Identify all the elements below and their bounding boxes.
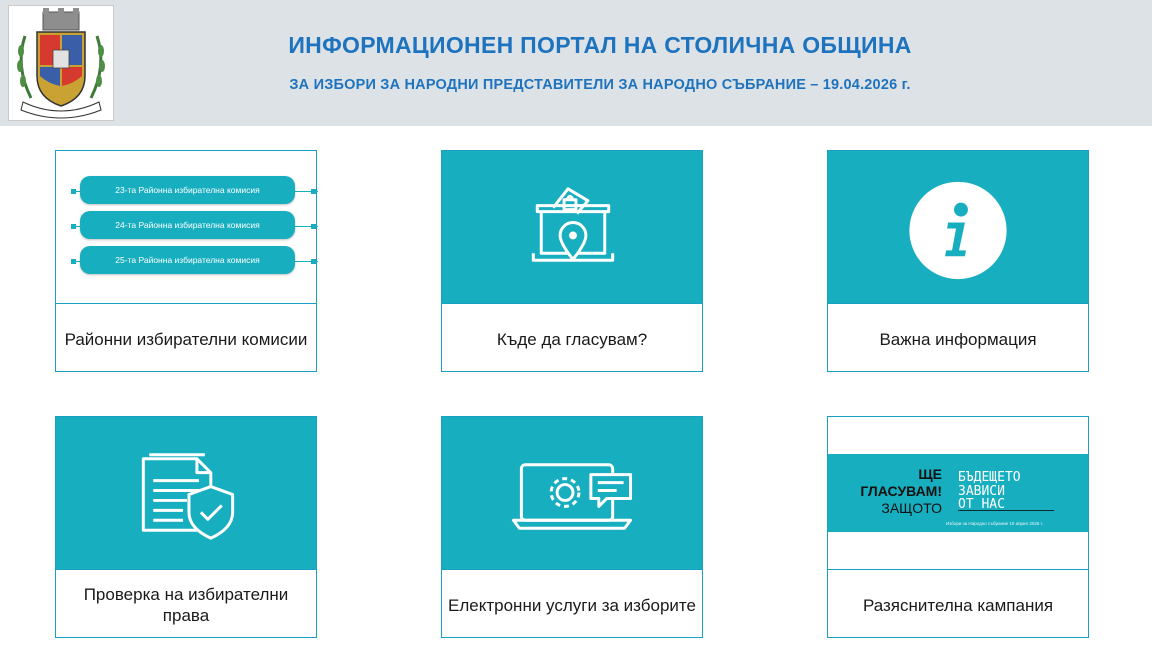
banner-text: ЗАЩОТО xyxy=(881,500,942,516)
header-bar: ИНФОРМАЦИОНЕН ПОРТАЛ НА СТОЛИЧНА ОБЩИНА … xyxy=(0,0,1152,126)
connector-dot xyxy=(71,259,76,264)
connector-dot xyxy=(71,189,76,194)
card-important-info[interactable]: Важна информация xyxy=(827,150,1089,372)
info-icon xyxy=(909,181,1007,280)
connector-dot xyxy=(311,259,316,264)
card-label: Проверка на избирателни права xyxy=(83,585,289,625)
card-label: Разяснителна кампания xyxy=(862,595,1054,615)
card-where-to-vote[interactable]: Къде да гласувам? xyxy=(441,150,703,372)
banner-small-text: Избори за Народно събрание 19 април 2026… xyxy=(946,521,1044,526)
commission-25-button[interactable]: 25-та Районна избирателна комисия xyxy=(80,246,295,274)
election-subtitle: ЗА ИЗБОРИ ЗА НАРОДНИ ПРЕДСТАВИТЕЛИ ЗА НА… xyxy=(289,77,911,93)
portal-title: ИНФОРМАЦИОНЕН ПОРТАЛ НА СТОЛИЧНА ОБЩИНА xyxy=(288,32,912,58)
ballot-box-location-icon xyxy=(531,187,615,262)
sofia-coat-of-arms-logo[interactable] xyxy=(8,5,114,121)
document-shield-icon xyxy=(141,453,235,540)
commission-23-button[interactable]: 23-та Районна избирателна комисия xyxy=(80,176,295,204)
card-label: Къде да гласувам? xyxy=(496,329,648,349)
card-electronic-services[interactable]: Електронни услуги за изборите xyxy=(441,416,703,638)
card-label: Важна информация xyxy=(879,329,1037,349)
banner-underline xyxy=(958,510,1054,511)
connector-dot xyxy=(71,224,76,229)
connector-dot xyxy=(311,189,316,194)
banner-text: ЩЕ xyxy=(918,466,942,482)
card-label: Електронни услуги за изборите xyxy=(448,595,696,615)
banner-text: ГЛАСУВАМ! xyxy=(860,483,942,499)
card-label: Районни избирателни комисии xyxy=(64,329,308,349)
card-regional-commissions[interactable]: 23-та Районна избирателна комисия 24-та … xyxy=(55,150,318,372)
card-check-voting-rights[interactable]: Проверка на избирателни права xyxy=(55,416,317,638)
laptop-gear-chat-icon xyxy=(511,463,633,530)
campaign-banner: ЩЕ ГЛАСУВАМ! ЗАЩОТО БЪДЕЩЕТО ЗАВИСИ ОТ Н… xyxy=(828,454,1088,532)
banner-text: БЪДЕЩЕТО xyxy=(958,470,1021,485)
card-awareness-campaign[interactable]: ЩЕ ГЛАСУВАМ! ЗАЩОТО БЪДЕЩЕТО ЗАВИСИ ОТ Н… xyxy=(827,416,1089,638)
connector-dot xyxy=(311,224,316,229)
commission-24-button[interactable]: 24-та Районна избирателна комисия xyxy=(80,211,295,239)
commissions-preview: 23-та Районна избирателна комисия 24-та … xyxy=(56,151,318,304)
